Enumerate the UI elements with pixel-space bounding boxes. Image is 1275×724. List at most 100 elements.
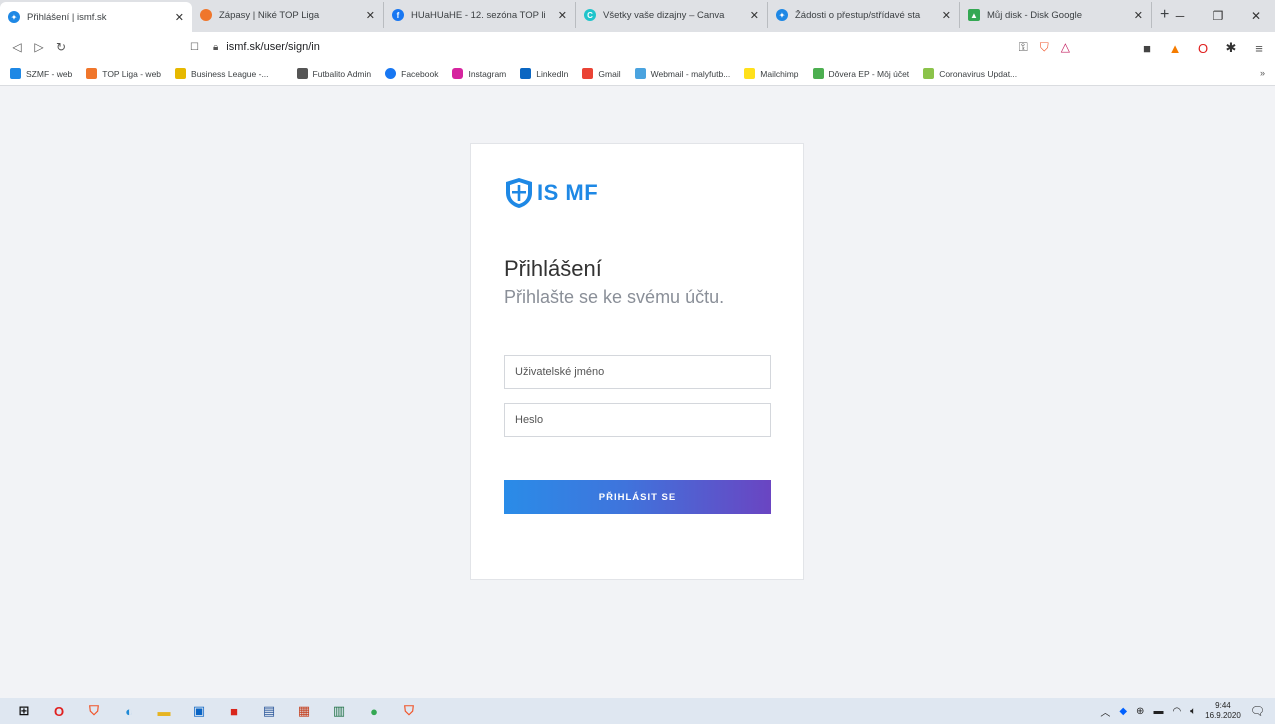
brand-name: IS MF [537,180,599,205]
browser-tab[interactable]: f HUaHUaHE - 12. sezóna TOP li ✕ [384,2,576,28]
browser-toolbar: ◁ ▷ ↻ ☐ 🔒︎ ismf.sk/user/sign/in ⚿ ⛉ △ ■ … [0,32,1275,62]
battery-icon[interactable]: ▬ [1153,706,1163,717]
powerpoint-icon[interactable]: ▦ [290,701,318,721]
close-icon[interactable]: ✕ [366,9,375,22]
volume-icon[interactable]: 🔈︎ [1190,706,1196,717]
more-bookmarks-icon[interactable]: » [1260,68,1265,78]
acrobat-icon[interactable]: ■ [220,701,248,721]
brave-shield-icon[interactable]: ⛉ [1040,40,1049,55]
close-window-icon[interactable]: ✕ [1237,0,1275,32]
maximize-icon[interactable]: ❐ [1199,0,1237,32]
browser-tab[interactable]: Zápasy | Niké TOP Liga ✕ [192,2,384,28]
coronavirus-icon [923,68,935,79]
tab-title: Všetky vaše dizajny – Canva [603,9,725,21]
key-icon[interactable]: ⚿ [1019,40,1028,55]
drive-icon: ▲ [968,9,980,21]
puzzle-icon[interactable]: ✱ [1223,40,1239,56]
bookmark-item[interactable]: Gmail [582,68,621,79]
excel-icon[interactable]: ▥ [325,701,353,721]
clock[interactable]: 9:44 16.9.2020 [1205,701,1241,721]
league-icon [175,68,187,79]
address-bar[interactable]: ☐ 🔒︎ ismf.sk/user/sign/in ⚿ ⛉ △ [190,36,1070,58]
shield-icon [506,178,532,208]
word-icon[interactable]: ▤ [255,701,283,721]
close-icon[interactable]: ✕ [558,9,567,22]
reload-icon[interactable]: ↻ [50,40,72,54]
close-icon[interactable]: ✕ [1134,9,1143,22]
ismf-icon [10,68,21,79]
bookmark-item[interactable]: SZMF - web [10,68,72,79]
extensions-area: ■ ▲ O ✱ ≡ [1139,40,1267,56]
bookmark-item[interactable]: Dôvera EP - Môj účet [812,68,909,79]
bookmark-label: Instagram [468,68,507,79]
taskbar: ⊞ O ⛉ ◐ ▬ ▣ ■ ▤ ▦ ▥ ● ⛉ ︿ ◆ ⊕ ▬ ◠ 🔈︎ 9:4… [0,698,1275,724]
vlc-icon[interactable]: ▲ [1167,41,1183,56]
tab-strip: ✦ Přihlášení | ismf.sk ✕ Zápasy | Niké T… [0,0,1275,32]
back-icon[interactable]: ◁ [6,40,28,54]
windows-start-icon[interactable]: ⊞ [10,701,38,721]
bookmark-item[interactable]: Futbalito Admin [296,68,372,79]
ismf-icon: ✦ [8,11,20,23]
bookmark-label: Business League -... [191,68,269,79]
tab-title: HUaHUaHE - 12. sezóna TOP li [411,9,546,21]
opera-icon[interactable]: O [45,701,73,721]
file-explorer-icon[interactable]: ▬ [150,701,178,721]
bookmark-label: Webmail - malyfutb... [650,68,731,79]
language-icon[interactable]: ⊕ [1136,706,1144,717]
gmail-icon [582,68,594,79]
dropbox-icon[interactable]: ◆ [1119,706,1127,717]
wifi-icon[interactable]: ◠ [1172,706,1181,717]
browser-tab[interactable]: ✦ Přihlášení | ismf.sk ✕ [0,2,192,32]
sign-in-button[interactable]: PŘIHLÁSIT SE [504,480,771,514]
clock-date: 16.9.2020 [1205,711,1241,720]
mailchimp-icon [744,68,756,79]
browser-tab[interactable]: ▲ Můj disk - Disk Google ✕ [960,2,1152,28]
outlook-icon[interactable]: ▣ [185,701,213,721]
browser-tab[interactable]: C Všetky vaše dizajny – Canva ✕ [576,2,768,28]
tab-title: Můj disk - Disk Google [987,9,1083,21]
password-input[interactable] [504,403,771,437]
page-subtitle: Přihlašte se ke svému účtu. [504,287,725,307]
edge-icon[interactable]: ◐ [115,701,143,721]
bookmark-item[interactable]: Facebook [385,68,438,79]
extension-icon[interactable]: ■ [1139,41,1155,56]
notification-icon[interactable]: 🗨︎ [1250,704,1265,718]
url-text: ismf.sk/user/sign/in [226,41,320,53]
canva-icon: C [584,9,596,21]
bookmark-item[interactable]: Instagram [452,68,506,79]
window-controls: ─ ❐ ✕ [1161,0,1275,32]
tab-title: Zápasy | Niké TOP Liga [219,9,320,21]
bookmark-label: Futbalito Admin [312,68,372,79]
tab-title: Přihlášení | ismf.sk [27,11,107,23]
minimize-icon[interactable]: ─ [1161,0,1199,32]
bookmark-label: Coronavirus Updat... [939,68,1018,79]
menu-icon[interactable]: ≡ [1251,41,1267,56]
bookmark-item[interactable]: Webmail - malyfutb... [634,68,731,79]
close-icon[interactable]: ✕ [750,9,759,22]
bookmark-item[interactable]: Mailchimp [744,68,799,79]
login-card: IS MF Přihlášení Přihlašte se ke svému ú… [470,143,804,580]
brave-icon [200,9,212,21]
brave-rewards-icon[interactable]: △ [1061,40,1070,54]
brave-icon[interactable]: ⛉ [80,701,108,721]
brave-icon[interactable]: ⛉ [395,701,423,721]
forward-icon[interactable]: ▷ [28,40,50,54]
chrome-icon[interactable]: ● [360,701,388,721]
bookmark-item[interactable]: Coronavirus Updat... [923,68,1017,79]
webmail-icon [634,68,646,79]
linkedin-icon [520,68,532,79]
lock-icon: 🔒︎ [212,41,219,53]
system-tray: ︿ ◆ ⊕ ▬ ◠ 🔈︎ 9:44 16.9.2020 🗨︎ [1100,698,1265,724]
instagram-icon [452,68,464,79]
close-icon[interactable]: ✕ [942,9,951,22]
username-input[interactable] [504,355,771,389]
chevron-up-icon[interactable]: ︿ [1100,704,1110,719]
bookmark-item[interactable]: Business League -... [175,68,269,79]
bookmark-item[interactable]: TOP Liga - web [86,68,161,79]
bookmark-page-icon[interactable]: ☐ [190,42,199,53]
close-icon[interactable]: ✕ [175,11,184,24]
browser-tab[interactable]: ✦ Žádosti o přestup/střídavé sta ✕ [768,2,960,28]
opera-icon[interactable]: O [1195,41,1211,56]
bookmark-label: Mailchimp [760,68,799,79]
bookmark-item[interactable]: LinkedIn [520,68,568,79]
